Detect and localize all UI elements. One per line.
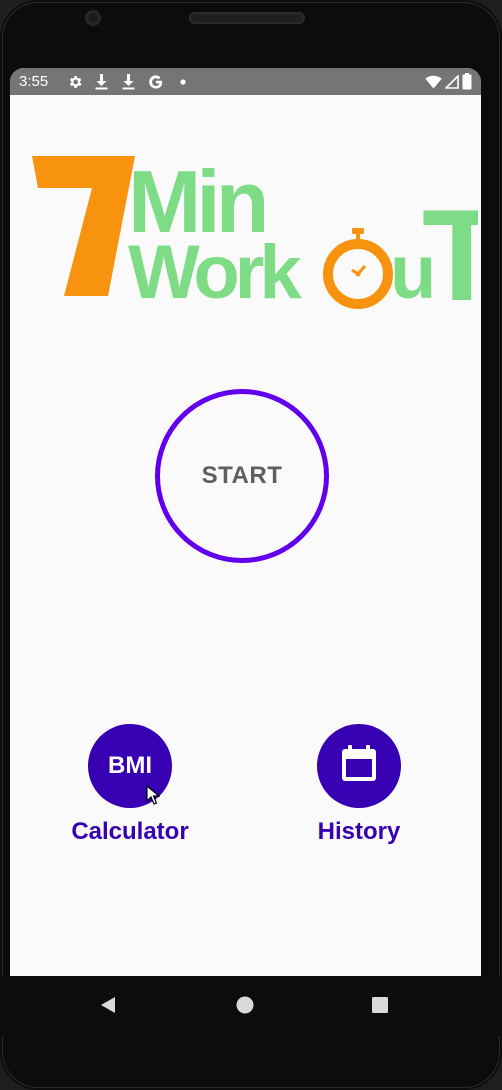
stopwatch-icon bbox=[323, 228, 393, 309]
phone-device: 3:55 7 Min Work u T START BMI Calculator… bbox=[0, 0, 502, 1090]
logo-letter-t: T bbox=[422, 182, 478, 320]
download-icon bbox=[92, 72, 111, 91]
start-button[interactable]: START bbox=[155, 389, 329, 563]
recents-icon[interactable] bbox=[368, 993, 392, 1017]
bmi-calculator-button[interactable]: BMI bbox=[88, 724, 172, 808]
logo-word-work: Work bbox=[128, 230, 302, 315]
app-screen: 3:55 7 Min Work u T START BMI Calculator… bbox=[10, 68, 481, 976]
gear-icon bbox=[65, 72, 84, 91]
system-icons bbox=[422, 72, 472, 91]
back-icon[interactable] bbox=[96, 993, 120, 1017]
signal-icon bbox=[445, 72, 459, 91]
google-g-icon bbox=[146, 72, 165, 91]
calendar-icon bbox=[339, 744, 379, 789]
navigation-bar bbox=[0, 976, 502, 1036]
logo-number: 7 bbox=[20, 150, 21, 151]
start-label: START bbox=[201, 462, 283, 489]
earpiece-speaker bbox=[189, 12, 305, 24]
dot-icon bbox=[173, 72, 192, 91]
download-icon bbox=[119, 72, 138, 91]
status-bar: 3:55 bbox=[10, 68, 481, 95]
notification-icons bbox=[65, 72, 200, 91]
status-time: 3:55 bbox=[19, 73, 49, 90]
app-logo: 7 Min Work u T bbox=[20, 150, 481, 328]
home-icon[interactable] bbox=[233, 993, 257, 1017]
bmi-calculator-caption: Calculator bbox=[71, 818, 189, 845]
front-camera bbox=[85, 10, 101, 26]
history-caption: History bbox=[317, 818, 401, 845]
battery-icon bbox=[462, 72, 472, 91]
wifi-icon bbox=[425, 72, 442, 91]
bmi-button-label: BMI bbox=[108, 752, 152, 779]
history-button[interactable] bbox=[317, 724, 401, 808]
